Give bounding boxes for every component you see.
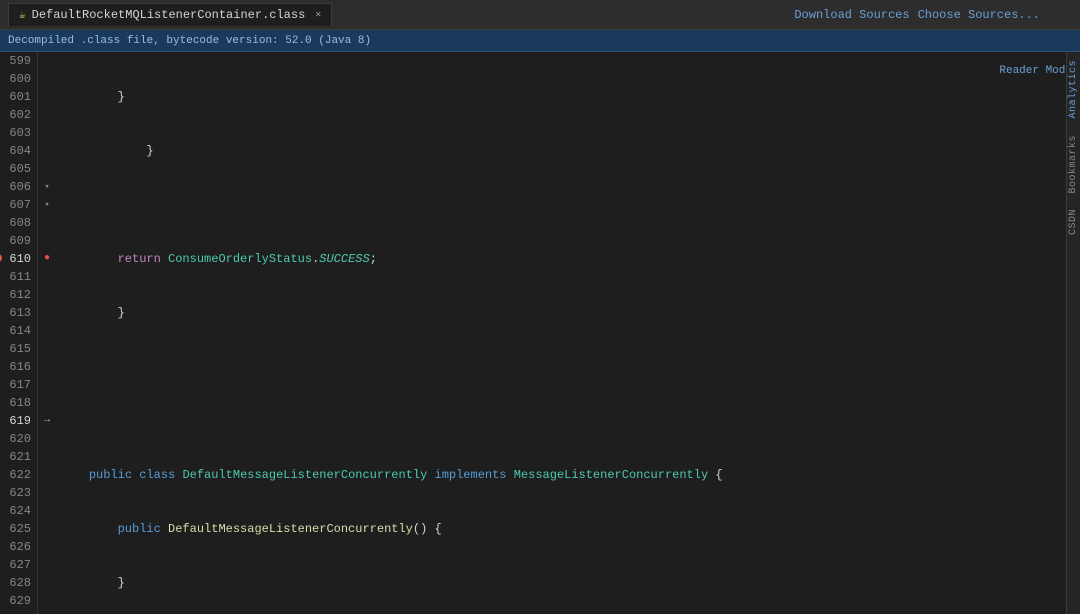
code-editor: 599 600 601 602 603 604 605 606 607 608 … [0, 52, 1080, 614]
line-623: 623 [0, 484, 31, 502]
close-tab-button[interactable]: ✕ [315, 9, 321, 21]
sidebar-strip-1[interactable]: Analytics [1068, 60, 1079, 119]
java-icon: ☕ [19, 8, 26, 22]
gutter-625 [38, 520, 56, 538]
fold-icon[interactable]: ▾ [44, 178, 49, 196]
line-600: 600 [0, 70, 31, 88]
download-sources-link[interactable]: Download Sources [794, 8, 909, 22]
line-616: 616 [0, 358, 31, 376]
gutter-621 [38, 448, 56, 466]
gutter-599 [38, 52, 56, 70]
gutter-630 [38, 610, 56, 614]
choose-sources-link[interactable]: Choose Sources... [918, 8, 1040, 22]
line-626: 626 [0, 538, 31, 556]
gutter-614 [38, 322, 56, 340]
line-615: 615 [0, 340, 31, 358]
code-line-599: } [60, 88, 1080, 106]
line-614: 614 [0, 322, 31, 340]
gutter-615 [38, 340, 56, 358]
gutter-605 [38, 160, 56, 178]
gutter-609 [38, 232, 56, 250]
gutter-606: ▾ [38, 178, 56, 196]
line-630: 630 [0, 610, 31, 614]
line-numbers: 599 600 601 602 603 604 605 606 607 608 … [0, 52, 38, 614]
gutter-608 [38, 214, 56, 232]
code-line-603: } [60, 304, 1080, 322]
gutter-602 [38, 106, 56, 124]
line-609: 609 [0, 232, 31, 250]
line-606: 606 [0, 178, 31, 196]
code-line-602: return ConsumeOrderlyStatus.SUCCESS; [60, 250, 1080, 268]
gutter-612 [38, 286, 56, 304]
gutter-619: → [38, 412, 56, 430]
gutter-628 [38, 574, 56, 592]
line-599: 599 [0, 52, 31, 70]
line-601: 601 [0, 88, 31, 106]
line-605: 605 [0, 160, 31, 178]
tab-bar: ☕ DefaultRocketMQListenerContainer.class… [0, 0, 1080, 30]
gutter: ▾ ▾ ● → [38, 52, 56, 614]
line-629: 629 [0, 592, 31, 610]
code-line-600: } [60, 142, 1080, 160]
gutter-616 [38, 358, 56, 376]
gutter-618 [38, 394, 56, 412]
code-line-601 [60, 196, 1080, 214]
line-602: 602 [0, 106, 31, 124]
gutter-623 [38, 484, 56, 502]
gutter-603 [38, 124, 56, 142]
line-610: 610 [0, 250, 31, 268]
code-content: } } return ConsumeOrderlyStatus.SUCCESS;… [56, 52, 1080, 614]
line-611: 611 [0, 268, 31, 286]
line-624: 624 [0, 502, 31, 520]
gutter-610: ● [38, 250, 56, 268]
line-617: 617 [0, 376, 31, 394]
code-line-606: public class DefaultMessageListenerConcu… [60, 466, 1080, 484]
fold-icon[interactable]: ▾ [44, 196, 49, 214]
gutter-611 [38, 268, 56, 286]
gutter-613 [38, 304, 56, 322]
line-603: 603 [0, 124, 31, 142]
code-line-605 [60, 412, 1080, 430]
info-bar: Decompiled .class file, bytecode version… [0, 30, 1080, 52]
top-links: Download Sources Choose Sources... [794, 0, 1040, 30]
code-line-608: } [60, 574, 1080, 592]
sidebar-strip-2[interactable]: Bookmarks [1068, 135, 1079, 194]
gutter-601 [38, 88, 56, 106]
decompile-info: Decompiled .class file, bytecode version… [8, 35, 371, 47]
gutter-627 [38, 556, 56, 574]
line-607: 607 [0, 196, 31, 214]
line-622: 622 [0, 466, 31, 484]
line-612: 612 [0, 286, 31, 304]
line-620: 620 [0, 430, 31, 448]
tab-label: DefaultRocketMQListenerContainer.class [32, 8, 306, 22]
gutter-624 [38, 502, 56, 520]
gutter-626 [38, 538, 56, 556]
line-621: 621 [0, 448, 31, 466]
line-608: 608 [0, 214, 31, 232]
gutter-620 [38, 430, 56, 448]
sidebar-strip-3[interactable]: CSDN [1068, 209, 1079, 235]
gutter-629 [38, 592, 56, 610]
line-604: 604 [0, 142, 31, 160]
line-625: 625 [0, 520, 31, 538]
right-sidebar: Analytics Bookmarks CSDN [1066, 52, 1080, 614]
file-tab[interactable]: ☕ DefaultRocketMQListenerContainer.class… [8, 3, 332, 26]
gutter-622 [38, 466, 56, 484]
line-628: 628 [0, 574, 31, 592]
line-613: 613 [0, 304, 31, 322]
gutter-604 [38, 142, 56, 160]
gutter-600 [38, 70, 56, 88]
gutter-617 [38, 376, 56, 394]
gutter-607: ▾ [38, 196, 56, 214]
line-627: 627 [0, 556, 31, 574]
line-618: 618 [0, 394, 31, 412]
code-line-607: public DefaultMessageListenerConcurrentl… [60, 520, 1080, 538]
line-619: 619 [0, 412, 31, 430]
code-line-604 [60, 358, 1080, 376]
